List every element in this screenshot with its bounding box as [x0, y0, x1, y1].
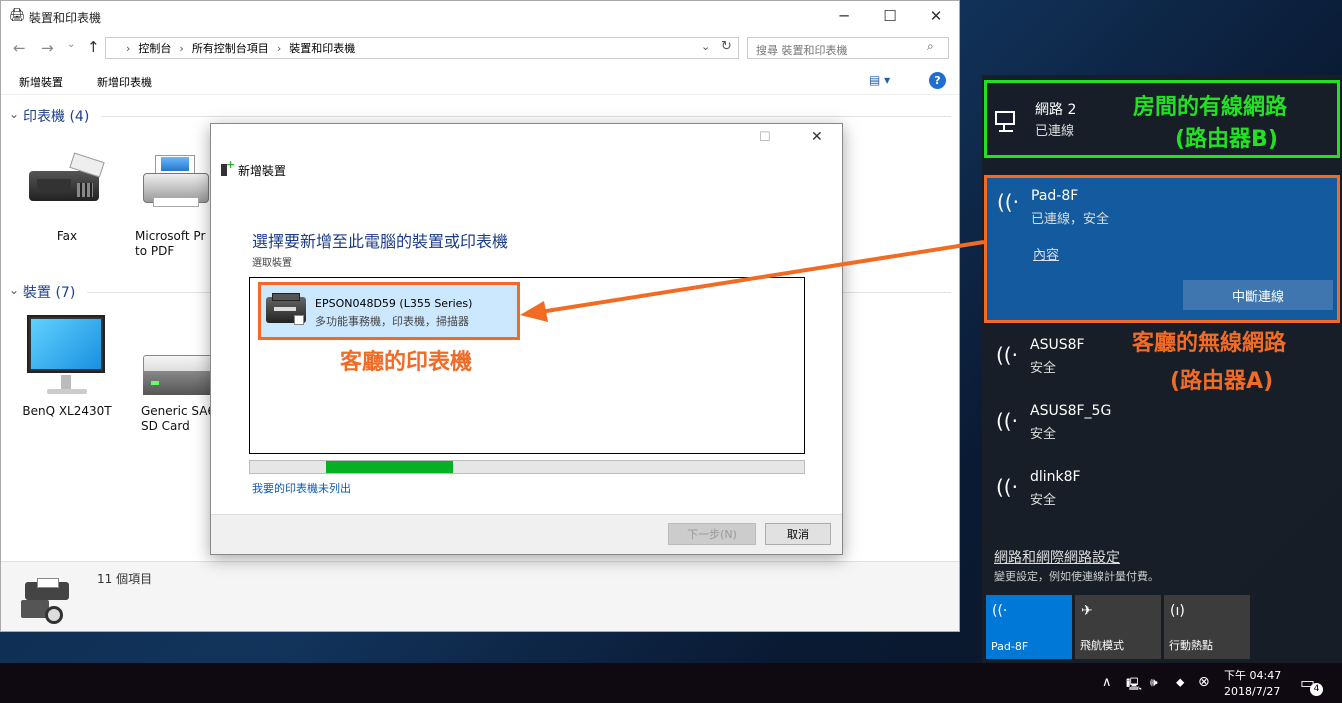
- taskbar: ∧ 🖳 🕪 ⬥ ⊗ 下午 04:47 2018/7/27 ▭ 4: [0, 663, 1342, 703]
- volume-icon[interactable]: 🕪: [1150, 675, 1158, 690]
- dropbox-icon[interactable]: ⬥: [1176, 675, 1184, 690]
- sync-off-icon[interactable]: ⊗: [1198, 674, 1210, 690]
- notification-badge: 4: [1310, 683, 1323, 696]
- network-tray-icon[interactable]: 🖳: [1126, 675, 1142, 696]
- annotation-arrow: [520, 240, 985, 322]
- chevron-up-icon[interactable]: ∧: [1102, 675, 1112, 690]
- clock-time[interactable]: 下午 04:47: [1224, 667, 1281, 683]
- clock-date[interactable]: 2018/7/27: [1224, 685, 1280, 698]
